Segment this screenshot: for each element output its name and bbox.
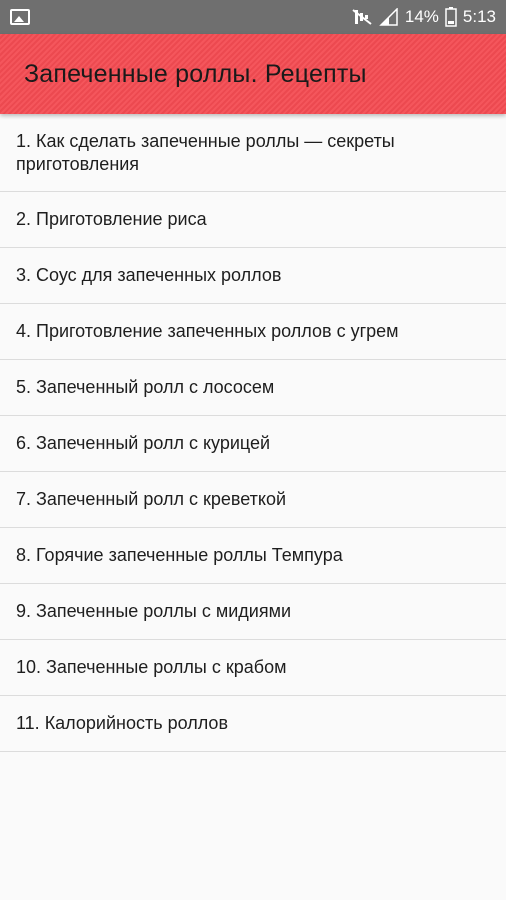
recipe-item-label: 1. Как сделать запеченные роллы — секрет…: [16, 130, 395, 174]
recipe-item-3[interactable]: 3. Соус для запеченных роллов: [0, 248, 506, 304]
recipe-item-6[interactable]: 6. Запеченный ролл с курицей: [0, 416, 506, 472]
recipe-item-label: 7. Запеченный ролл с креветкой: [16, 489, 287, 509]
recipe-item-8[interactable]: 8. Горячие запеченные роллы Темпура: [0, 528, 506, 584]
clock: 5:13: [462, 7, 496, 26]
recipe-item-label: 5. Запеченный ролл с лососем: [16, 377, 275, 397]
status-bar: 14% 5:13: [0, 0, 506, 34]
recipe-list: 1. Как сделать запеченные роллы — секрет…: [0, 114, 506, 752]
recipe-item-1[interactable]: 1. Как сделать запеченные роллы — секрет…: [0, 114, 506, 192]
recipe-item-label: 11. Калорийность роллов: [16, 713, 229, 733]
recipe-item-2[interactable]: 2. Приготовление риса: [0, 192, 506, 248]
battery-percent: 14%: [404, 7, 439, 26]
signal-icon: [379, 8, 398, 26]
app-bar: Запеченные роллы. Рецепты: [0, 34, 506, 114]
recipe-item-label: 3. Соус для запеченных роллов: [16, 265, 282, 285]
recipe-item-label: 8. Горячие запеченные роллы Темпура: [16, 545, 343, 565]
recipe-item-label: 2. Приготовление риса: [16, 209, 207, 229]
image-notification-icon: [10, 9, 30, 25]
page-title: Запеченные роллы. Рецепты: [24, 59, 367, 88]
recipe-item-label: 9. Запеченные роллы с мидиями: [16, 601, 292, 621]
recipe-item-7[interactable]: 7. Запеченный ролл с креветкой: [0, 472, 506, 528]
recipe-item-label: 6. Запеченный ролл с курицей: [16, 433, 271, 453]
battery-icon: [445, 7, 457, 27]
recipe-item-4[interactable]: 4. Приготовление запеченных роллов с угр…: [0, 304, 506, 360]
mute-icon: [352, 9, 372, 25]
recipe-item-5[interactable]: 5. Запеченный ролл с лососем: [0, 360, 506, 416]
recipe-item-9[interactable]: 9. Запеченные роллы с мидиями: [0, 584, 506, 640]
recipe-item-label: 4. Приготовление запеченных роллов с угр…: [16, 321, 399, 341]
recipe-item-label: 10. Запеченные роллы с крабом: [16, 657, 287, 677]
recipe-item-11[interactable]: 11. Калорийность роллов: [0, 696, 506, 752]
recipe-item-10[interactable]: 10. Запеченные роллы с крабом: [0, 640, 506, 696]
